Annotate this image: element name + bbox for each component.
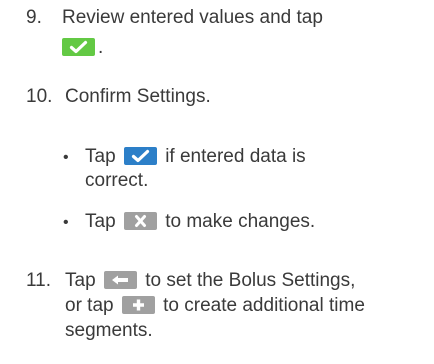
step-9-continuation: . [62,35,103,60]
bullet-text: Tap [85,211,116,232]
step-text: to set the Bolus Settings, [145,270,356,291]
back-arrow-icon [103,271,137,289]
step-11-line-2: or tap to create additional time [65,293,365,318]
step-text: to create additional time [163,295,365,316]
step-number: 11. [26,270,52,291]
step-text: Review entered values and tap [62,7,323,28]
step-11: 11. Tap to set the Bolus Settings, [26,268,355,293]
step-text: Tap [65,270,96,291]
bullet-text: if entered data is [165,146,306,167]
step-text: Confirm Settings. [65,86,211,107]
period-text: . [98,37,104,58]
step-number: 9. [26,7,42,28]
bullet-marker: • [63,149,69,166]
bullet-item-confirm: • Tap if entered data is [63,144,306,170]
plus-icon [121,296,155,314]
step-number: 10. [26,86,53,107]
bullet-item-changes: • Tap to make changes. [63,209,315,235]
step-11-line-3: segments. [65,318,153,343]
bullet-marker: • [63,214,69,231]
step-10: 10. Confirm Settings. [26,84,211,109]
bullet-item-confirm-continuation: correct. [85,168,148,193]
bullet-text: to make changes. [165,211,316,232]
bullet-text: Tap [85,146,116,167]
gray-x-icon [123,212,157,230]
green-checkmark-icon [62,38,95,56]
bullet-text: correct. [85,170,149,191]
step-text: or tap [65,295,114,316]
blue-checkmark-icon [123,147,157,165]
step-text: segments. [65,320,153,341]
step-9: 9. Review entered values and tap [26,5,323,30]
